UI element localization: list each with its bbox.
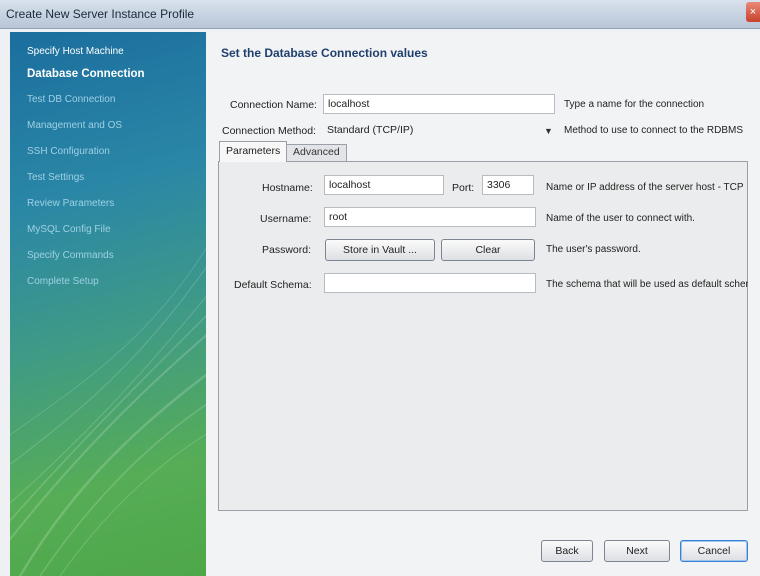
page-title: Set the Database Connection values xyxy=(221,46,428,60)
port-input[interactable]: 3306 xyxy=(482,175,534,195)
username-label: Username: xyxy=(260,213,312,225)
connection-name-input[interactable]: localhost xyxy=(323,94,555,114)
hostname-input[interactable]: localhost xyxy=(324,175,444,195)
username-input[interactable]: root xyxy=(324,207,536,227)
connection-method-hint: Method to use to connect to the RDBMS xyxy=(564,125,743,136)
clear-password-button[interactable]: Clear xyxy=(441,239,535,261)
connection-method-select[interactable]: Standard (TCP/IP) xyxy=(323,120,555,140)
sidebar-item-management-os: Management and OS xyxy=(27,120,123,131)
connection-name-hint: Type a name for the connection xyxy=(564,99,705,110)
tab-advanced[interactable]: Advanced xyxy=(286,144,347,161)
next-button[interactable]: Next xyxy=(604,540,670,562)
default-schema-input[interactable] xyxy=(324,273,536,293)
sidebar-item-review-parameters: Review Parameters xyxy=(27,198,115,209)
wizard-sidebar: Specify Host Machine Database Connection… xyxy=(10,32,206,576)
connection-method-label: Connection Method: xyxy=(222,125,316,137)
tab-parameters[interactable]: Parameters xyxy=(219,141,288,162)
sidebar-item-complete-setup: Complete Setup xyxy=(27,276,99,287)
default-schema-label: Default Schema: xyxy=(234,279,312,291)
back-button[interactable]: Back xyxy=(541,540,593,562)
sidebar-item-specify-commands: Specify Commands xyxy=(27,250,114,261)
password-hint: The user's password. xyxy=(546,244,641,255)
default-schema-hint: The schema that will be used as default … xyxy=(546,279,748,290)
sidebar-item-database-connection: Database Connection xyxy=(27,68,145,80)
hostname-label: Hostname: xyxy=(262,182,313,194)
password-label: Password: xyxy=(262,244,312,256)
sidebar-item-ssh-config: SSH Configuration xyxy=(27,146,110,157)
window-title: Create New Server Instance Profile xyxy=(6,7,195,21)
port-label: Port: xyxy=(452,182,475,194)
sidebar-item-test-settings: Test Settings xyxy=(27,172,85,183)
sidebar-item-test-db: Test DB Connection xyxy=(27,94,116,105)
close-icon[interactable]: × xyxy=(746,2,760,22)
hostname-hint: Name or IP address of the server host - … xyxy=(546,182,744,193)
store-in-vault-button[interactable]: Store in Vault ... xyxy=(325,239,435,261)
chevron-down-icon[interactable]: ▼ xyxy=(544,126,553,136)
window-titlebar: Create New Server Instance Profile × xyxy=(0,0,760,29)
sidebar-swoosh-graphic xyxy=(10,247,206,576)
sidebar-item-mysql-config: MySQL Config File xyxy=(27,224,111,235)
username-hint: Name of the user to connect with. xyxy=(546,213,695,224)
cancel-button[interactable]: Cancel xyxy=(680,540,748,562)
connection-name-label: Connection Name: xyxy=(230,99,317,111)
sidebar-item-specify-host: Specify Host Machine xyxy=(27,46,124,57)
